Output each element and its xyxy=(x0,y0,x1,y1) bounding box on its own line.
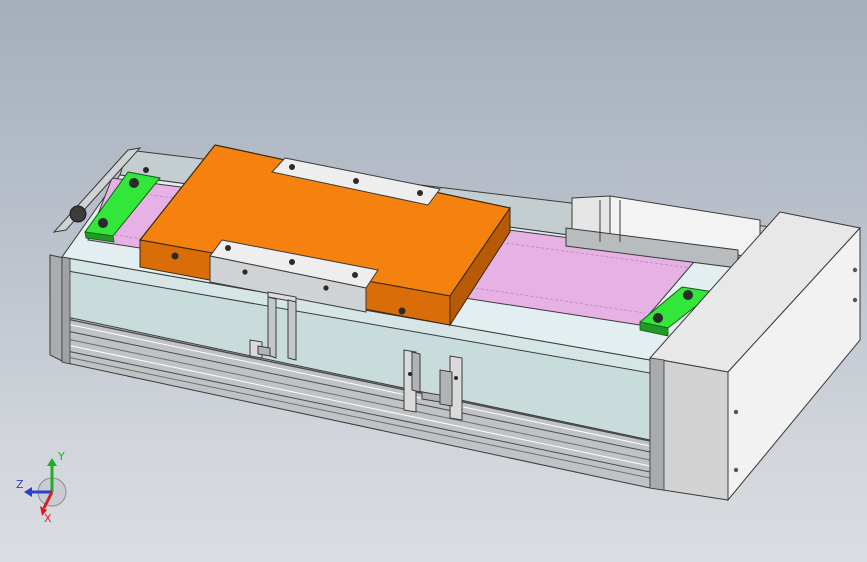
x-axis-label: X xyxy=(44,512,52,524)
model-scene[interactable] xyxy=(0,0,867,562)
y-axis-label: Y xyxy=(57,450,65,463)
z-axis-label: Z xyxy=(16,478,24,491)
coordinate-triad-icon[interactable]: Y Z X xyxy=(14,448,78,524)
graphics-viewport[interactable]: Y Z X xyxy=(0,0,867,562)
